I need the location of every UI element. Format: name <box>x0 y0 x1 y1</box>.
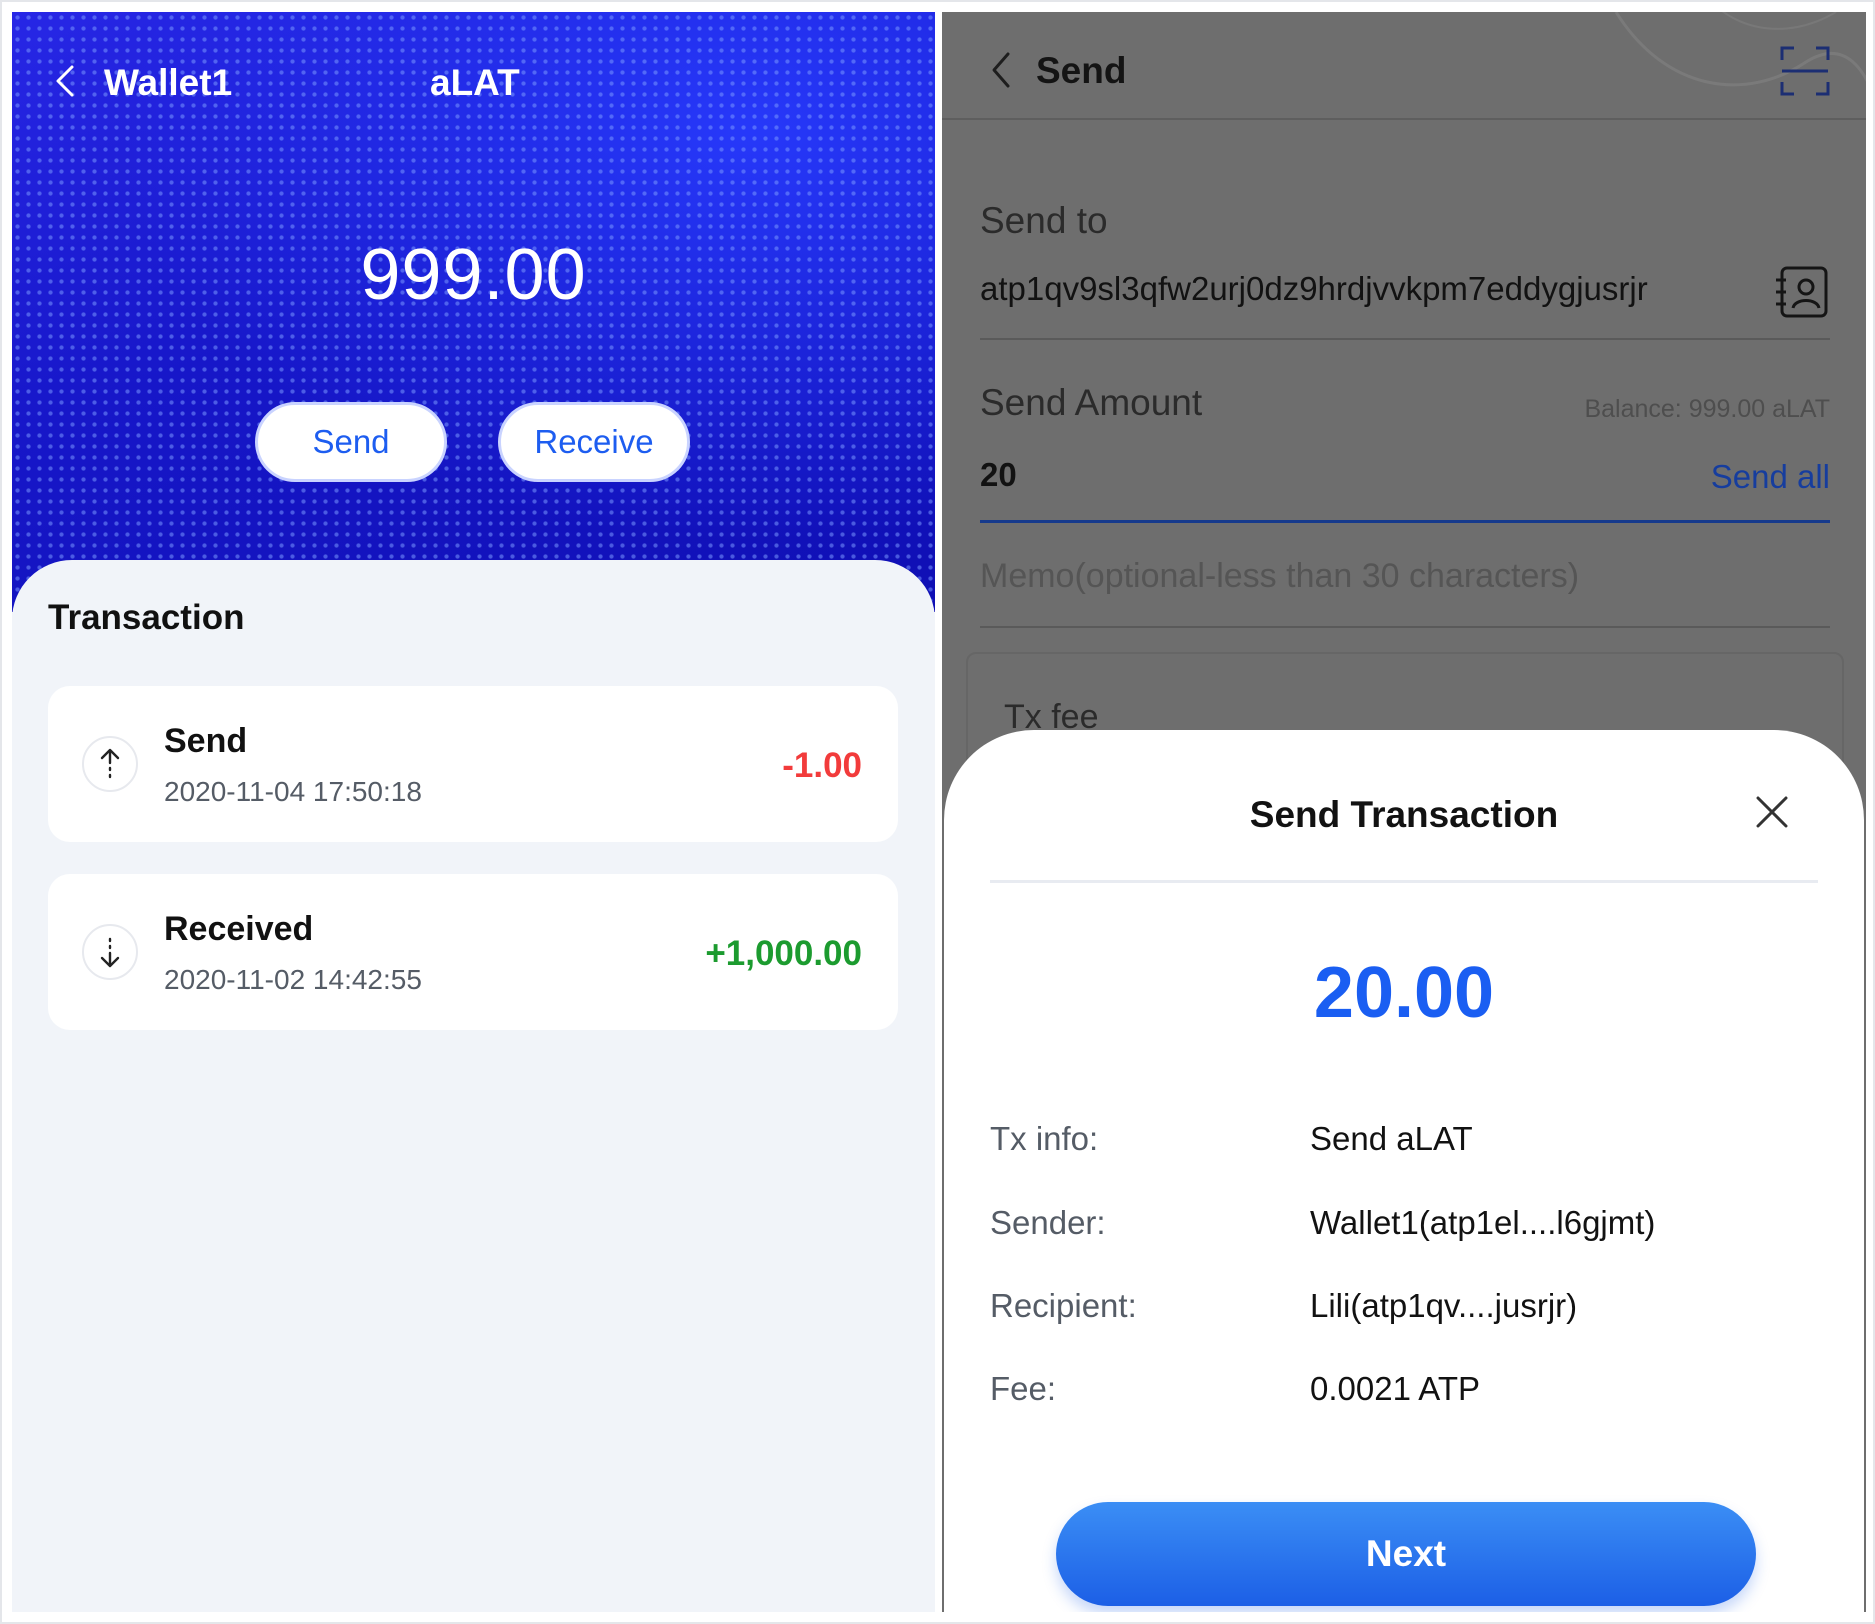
confirm-amount: 20.00 <box>1313 953 1495 1033</box>
send-button[interactable]: Send <box>255 402 447 482</box>
transaction-type: Send <box>164 722 248 760</box>
transaction-type: Received <box>164 910 314 948</box>
token-name: aLAT <box>430 62 520 103</box>
page-title: Send <box>1036 50 1127 91</box>
recipient-label: Recipient: <box>990 1287 1137 1324</box>
send-amount-label: Send Amount <box>980 382 1203 423</box>
transaction-row[interactable]: Send 2020-11-04 17:50:18 -1.00 <box>48 686 898 842</box>
receive-button[interactable]: Receive <box>498 402 690 482</box>
close-icon[interactable] <box>1752 792 1792 832</box>
fee-label: Fee: <box>990 1370 1057 1407</box>
up-arrow-icon <box>82 736 138 792</box>
address-book-icon[interactable] <box>1774 264 1830 320</box>
transaction-time: 2020-11-02 14:42:55 <box>164 964 422 995</box>
sender-value: Wallet1(atp1el....l6gjmt) <box>1310 1204 1656 1241</box>
recipient-value: Lili(atp1qv....jusrjr) <box>1310 1287 1578 1324</box>
wallet-screen: Wallet1 aLAT 999.00 Send Receive Transac… <box>12 12 935 1612</box>
recipient-address-field[interactable]: atp1qv9sl3qfw2urj0dz9hrdjvvkpm7eddygjusr… <box>980 270 1648 308</box>
wallet-name: Wallet1 <box>104 62 233 103</box>
transaction-amount: +1,000.00 <box>705 934 862 973</box>
modal-divider <box>990 880 1818 883</box>
down-arrow-icon <box>82 924 138 980</box>
balance-hint: Balance: 999.00 aLAT <box>1584 395 1830 423</box>
tx-info-value: Send aLAT <box>1310 1120 1473 1157</box>
transactions-title: Transaction <box>48 598 245 637</box>
next-button[interactable]: Next <box>1056 1502 1756 1606</box>
send-screen: Send Send to atp1qv9sl3qfw2urj0dz9hrdjvv… <box>942 12 1866 1612</box>
transaction-sheet: Transaction Send 2020-11-04 17:50:18 -1.… <box>12 560 935 1612</box>
send-to-label: Send to <box>980 200 1108 241</box>
sender-label: Sender: <box>990 1204 1106 1241</box>
wallet-hero-banner: Wallet1 aLAT 999.00 Send Receive <box>12 12 935 612</box>
back-chevron-icon[interactable] <box>50 64 80 98</box>
send-amount-input[interactable]: 20 <box>980 456 1017 494</box>
send-header: Send <box>942 12 1866 120</box>
send-transaction-modal: Send Transaction 20.00 Tx info: Send aLA… <box>944 730 1864 1612</box>
tx-info-label: Tx info: <box>990 1120 1099 1157</box>
modal-title: Send Transaction <box>1249 794 1559 835</box>
send-all-link[interactable]: Send all <box>1711 458 1830 496</box>
amount-underline <box>980 520 1830 523</box>
token-balance: 999.00 <box>360 235 587 315</box>
back-chevron-icon[interactable] <box>986 50 1016 90</box>
transaction-amount: -1.00 <box>782 746 862 785</box>
wallet-header: Wallet1 aLAT <box>12 50 935 110</box>
scan-icon[interactable] <box>1780 46 1830 96</box>
memo-input[interactable]: Memo(optional-less than 30 characters) <box>980 557 1579 596</box>
transaction-time: 2020-11-04 17:50:18 <box>164 776 422 807</box>
fee-value: 0.0021 ATP <box>1310 1370 1481 1407</box>
transaction-row[interactable]: Received 2020-11-02 14:42:55 +1,000.00 <box>48 874 898 1030</box>
divider <box>980 626 1830 628</box>
divider <box>980 338 1830 340</box>
